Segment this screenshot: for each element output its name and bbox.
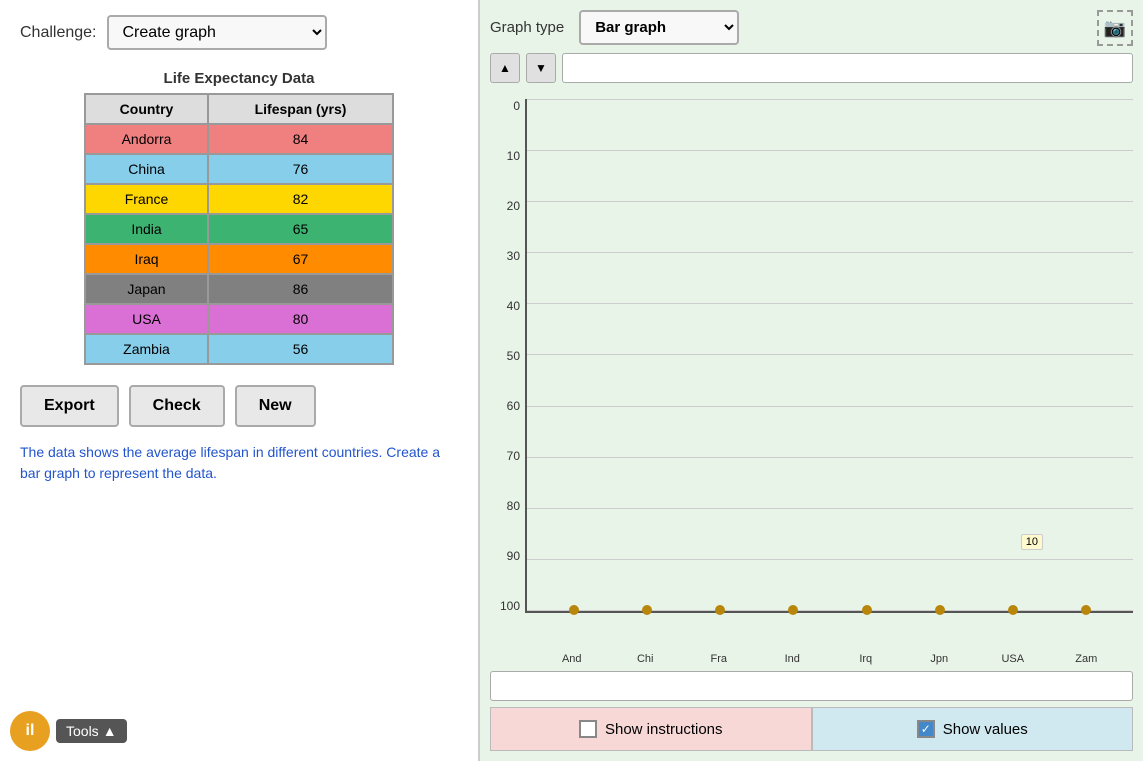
table-cell-value: 80 xyxy=(208,304,393,334)
show-instructions-button[interactable]: Show instructions xyxy=(490,707,812,751)
table-cell-value: 86 xyxy=(208,274,393,304)
y-axis-label: 30 xyxy=(507,249,520,263)
export-button[interactable]: Export xyxy=(20,385,119,427)
x-axis-label: Jpn xyxy=(920,653,958,665)
footer-buttons: Show instructions ✓ Show values xyxy=(490,707,1133,751)
graph-title-input[interactable] xyxy=(562,53,1133,83)
bar-dot xyxy=(862,605,872,615)
bar-dot xyxy=(715,605,725,615)
data-table: Country Lifespan (yrs) Andorra84China76F… xyxy=(84,93,394,365)
table-cell-country: USA xyxy=(85,304,208,334)
x-axis-labels: And Chi Fra Ind Irq Jpn USA Zam xyxy=(525,653,1133,665)
table-cell-country: France xyxy=(85,184,208,214)
y-axis-label: 20 xyxy=(507,199,520,213)
challenge-select[interactable]: Create graph xyxy=(107,15,327,50)
show-instructions-label: Show instructions xyxy=(605,721,723,738)
arrow-up-button[interactable]: ▲ xyxy=(490,53,520,83)
table-cell-country: Iraq xyxy=(85,244,208,274)
data-table-container: Life Expectancy Data Country Lifespan (y… xyxy=(20,70,458,365)
graph-type-label: Graph type xyxy=(490,19,564,36)
bar-dot xyxy=(1081,605,1091,615)
table-cell-value: 82 xyxy=(208,184,393,214)
y-axis-label: 100 xyxy=(500,599,520,613)
x-axis-label: Ind xyxy=(773,653,811,665)
chart-plot[interactable]: 10 xyxy=(525,99,1133,613)
y-axis-label: 80 xyxy=(507,499,520,513)
y-axis-label: 90 xyxy=(507,549,520,563)
y-axis-labels: 1009080706050403020100 xyxy=(490,89,525,653)
x-axis-label: Chi xyxy=(626,653,664,665)
table-cell-value: 67 xyxy=(208,244,393,274)
x-axis-label: And xyxy=(553,653,591,665)
x-axis-label: USA xyxy=(994,653,1032,665)
new-button[interactable]: New xyxy=(235,385,316,427)
x-axis-label: Fra xyxy=(700,653,738,665)
x-axis-title-input[interactable] xyxy=(490,671,1133,701)
bottom-input xyxy=(490,671,1133,701)
table-cell-value: 65 xyxy=(208,214,393,244)
chart-canvas-wrapper: 1009080706050403020100 10 xyxy=(490,89,1133,653)
table-cell-value: 84 xyxy=(208,124,393,154)
x-axis-label: Irq xyxy=(847,653,885,665)
arrow-down-button[interactable]: ▼ xyxy=(526,53,556,83)
graph-type-select[interactable]: Bar graph xyxy=(579,10,739,45)
show-values-label: Show values xyxy=(943,721,1028,738)
data-table-title: Life Expectancy Data xyxy=(164,70,315,87)
y-axis-label: 50 xyxy=(507,349,520,363)
y-axis-label: 10 xyxy=(507,149,520,163)
table-cell-value: 56 xyxy=(208,334,393,364)
table-cell-country: Andorra xyxy=(85,124,208,154)
table-cell-country: India xyxy=(85,214,208,244)
tools-bar: il Tools ▲ xyxy=(10,711,127,751)
table-cell-country: China xyxy=(85,154,208,184)
graph-controls: ▲ ▼ xyxy=(490,53,1133,83)
col-header-country: Country xyxy=(85,94,208,124)
y-axis-label: 60 xyxy=(507,399,520,413)
challenge-label: Challenge: xyxy=(20,24,97,42)
table-cell-country: Zambia xyxy=(85,334,208,364)
y-axis-label: 70 xyxy=(507,449,520,463)
left-panel: Challenge: Create graph Life Expectancy … xyxy=(0,0,480,761)
col-header-lifespan: Lifespan (yrs) xyxy=(208,94,393,124)
buttons-row: Export Check New xyxy=(20,385,458,427)
chart-area: 1009080706050403020100 10 AndChiFraIndIr… xyxy=(490,89,1133,707)
table-cell-value: 76 xyxy=(208,154,393,184)
y-axis-label: 0 xyxy=(513,99,520,113)
graph-header: Graph type Bar graph xyxy=(490,10,1133,45)
bar-dot xyxy=(935,605,945,615)
check-button[interactable]: Check xyxy=(129,385,225,427)
x-axis-label: Zam xyxy=(1067,653,1105,665)
y-axis-label: 40 xyxy=(507,299,520,313)
tools-logo: il xyxy=(10,711,50,751)
description-text: The data shows the average lifespan in d… xyxy=(20,442,440,484)
table-cell-country: Japan xyxy=(85,274,208,304)
values-checkbox[interactable]: ✓ xyxy=(917,720,935,738)
tools-label[interactable]: Tools ▲ xyxy=(56,719,127,743)
right-panel: 📷 Graph type Bar graph ▲ ▼ 1009080706050… xyxy=(480,0,1143,761)
camera-button[interactable]: 📷 xyxy=(1097,10,1133,46)
camera-icon-container: 📷 xyxy=(1097,10,1133,46)
show-values-button[interactable]: ✓ Show values xyxy=(812,707,1134,751)
bar-dot xyxy=(1008,605,1018,615)
challenge-row: Challenge: Create graph xyxy=(20,15,458,50)
instructions-checkbox[interactable] xyxy=(579,720,597,738)
bar-dot xyxy=(788,605,798,615)
bar-dot xyxy=(569,605,579,615)
bar-dot xyxy=(642,605,652,615)
tooltip: 10 xyxy=(1021,534,1043,550)
